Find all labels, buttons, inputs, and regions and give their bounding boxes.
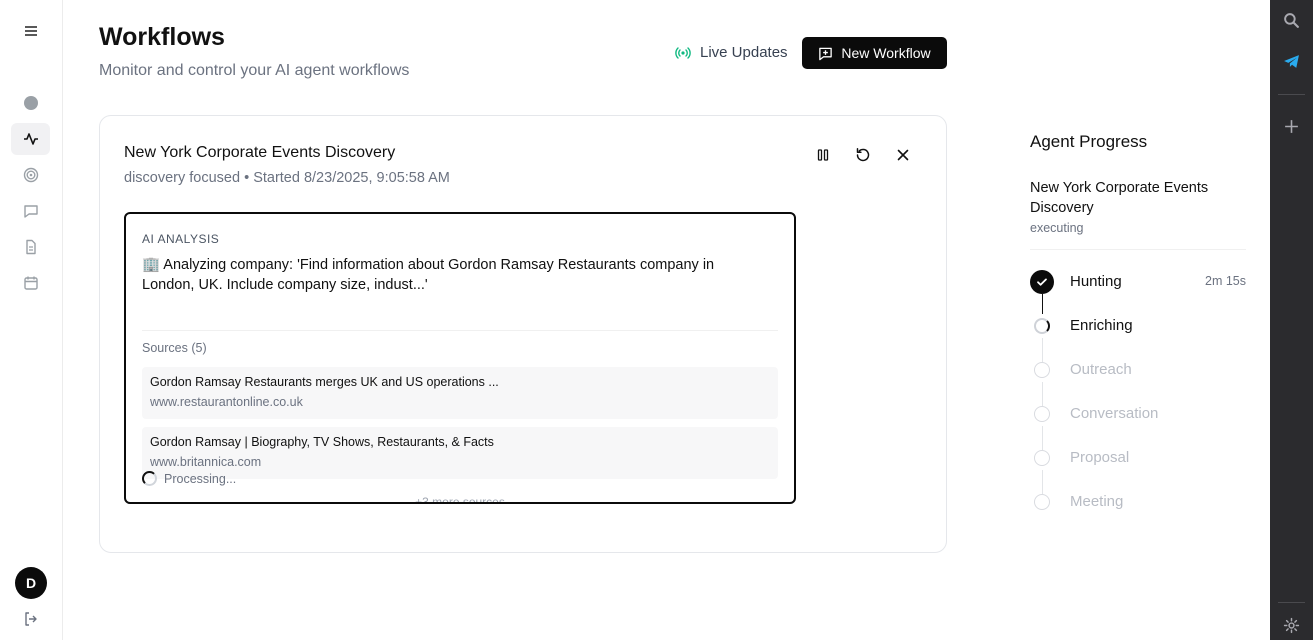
step-label: Outreach bbox=[1070, 361, 1132, 378]
ai-analysis-panel: AI ANALYSIS 🏢 Analyzing company: 'Find i… bbox=[124, 212, 796, 504]
step-label: Proposal bbox=[1070, 449, 1130, 466]
check-icon bbox=[1037, 278, 1047, 286]
divider bbox=[1278, 602, 1305, 603]
live-updates-toggle[interactable]: Live Updates bbox=[675, 44, 788, 61]
step-pending-indicator bbox=[1034, 362, 1050, 378]
divider bbox=[1030, 249, 1246, 250]
dashboard-circle-icon bbox=[23, 96, 38, 110]
more-sources-link[interactable]: +3 more sources bbox=[126, 495, 794, 502]
nav-documents[interactable] bbox=[11, 231, 50, 263]
restart-button[interactable] bbox=[854, 146, 872, 164]
search-button[interactable] bbox=[1281, 10, 1301, 30]
pause-button[interactable] bbox=[814, 146, 832, 164]
new-workflow-label: New Workflow bbox=[841, 45, 931, 61]
agent-progress-title: Agent Progress bbox=[1030, 132, 1148, 151]
source-item[interactable]: Gordon Ramsay Restaurants merges UK and … bbox=[142, 367, 778, 419]
live-updates-label: Live Updates bbox=[700, 44, 788, 61]
processing-indicator: Processing... bbox=[142, 471, 236, 486]
step-loading-icon bbox=[1034, 318, 1050, 334]
telegram-button[interactable] bbox=[1281, 51, 1301, 71]
divider bbox=[1278, 94, 1305, 95]
nav-messages[interactable] bbox=[11, 195, 50, 227]
close-button[interactable] bbox=[894, 146, 912, 164]
step-pending-indicator bbox=[1034, 494, 1050, 510]
processing-label: Processing... bbox=[164, 471, 237, 486]
gear-icon bbox=[1283, 617, 1299, 633]
page-title: Workflows bbox=[99, 23, 225, 51]
new-workflow-button[interactable]: New Workflow bbox=[802, 37, 947, 69]
pause-icon bbox=[817, 149, 829, 161]
activity-icon bbox=[23, 133, 38, 145]
progress-status: executing bbox=[1030, 221, 1084, 235]
ai-analysis-text: 🏢 Analyzing company: 'Find information a… bbox=[142, 257, 715, 293]
source-title: Gordon Ramsay Restaurants merges UK and … bbox=[150, 375, 499, 389]
plus-icon bbox=[1284, 119, 1298, 133]
calendar-icon bbox=[23, 276, 38, 290]
step-done-indicator bbox=[1030, 270, 1054, 294]
nav-targets[interactable] bbox=[11, 159, 50, 191]
sources-label: Sources (5) bbox=[142, 341, 207, 355]
settings-button[interactable] bbox=[1281, 615, 1301, 635]
source-item[interactable]: Gordon Ramsay | Biography, TV Shows, Res… bbox=[142, 427, 778, 479]
workflow-title: New York Corporate Events Discovery bbox=[124, 144, 396, 161]
step-label: Hunting bbox=[1070, 273, 1122, 290]
step-hunting: Hunting 2m 15s bbox=[1030, 270, 1246, 294]
workflow-actions bbox=[814, 146, 912, 164]
avatar[interactable]: D bbox=[15, 567, 47, 599]
refresh-icon bbox=[856, 148, 870, 162]
step-duration: 2m 15s bbox=[1205, 274, 1246, 288]
document-icon bbox=[25, 239, 36, 255]
step-outreach: Outreach bbox=[1030, 358, 1246, 382]
workflow-card: New York Corporate Events Discovery disc… bbox=[99, 115, 947, 553]
step-label: Conversation bbox=[1070, 405, 1159, 422]
workflow-meta: discovery focused • Started 8/23/2025, 9… bbox=[124, 170, 450, 186]
logout-icon bbox=[24, 612, 37, 626]
nav-dashboard[interactable] bbox=[11, 87, 50, 119]
source-url: www.restaurantonline.co.uk bbox=[150, 395, 303, 409]
target-icon bbox=[23, 167, 38, 183]
source-title: Gordon Ramsay | Biography, TV Shows, Res… bbox=[150, 435, 494, 449]
ai-analysis-label: AI ANALYSIS bbox=[142, 232, 220, 246]
step-label: Meeting bbox=[1070, 493, 1124, 510]
step-conversation: Conversation bbox=[1030, 402, 1246, 426]
telegram-icon bbox=[1283, 54, 1299, 68]
divider bbox=[142, 330, 778, 331]
progress-workflow-name: New York Corporate Events Discovery bbox=[1030, 180, 1209, 216]
avatar-initial: D bbox=[25, 575, 37, 591]
page-subtitle: Monitor and control your AI agent workfl… bbox=[99, 62, 410, 79]
menu-button[interactable] bbox=[11, 15, 50, 47]
hamburger-icon bbox=[24, 26, 37, 36]
logout-button[interactable] bbox=[11, 603, 50, 635]
broadcast-icon bbox=[675, 46, 691, 59]
chat-icon bbox=[23, 205, 38, 218]
left-sidebar: D bbox=[0, 0, 63, 640]
nav-workflows[interactable] bbox=[11, 123, 50, 155]
add-button[interactable] bbox=[1281, 116, 1301, 136]
add-message-icon bbox=[819, 47, 833, 60]
step-pending-indicator bbox=[1034, 406, 1050, 422]
step-pending-indicator bbox=[1034, 450, 1050, 466]
agent-progress-panel: Agent Progress New York Corporate Events… bbox=[1030, 0, 1246, 640]
step-enriching: Enriching bbox=[1030, 314, 1246, 338]
step-meeting: Meeting bbox=[1030, 490, 1246, 514]
browser-sidebar bbox=[1270, 0, 1313, 640]
search-icon bbox=[1283, 12, 1299, 28]
nav-calendar[interactable] bbox=[11, 267, 50, 299]
step-label: Enriching bbox=[1070, 317, 1133, 334]
spinner-icon bbox=[142, 471, 157, 486]
source-url: www.britannica.com bbox=[150, 455, 262, 469]
step-proposal: Proposal bbox=[1030, 446, 1246, 470]
close-icon bbox=[897, 149, 909, 161]
